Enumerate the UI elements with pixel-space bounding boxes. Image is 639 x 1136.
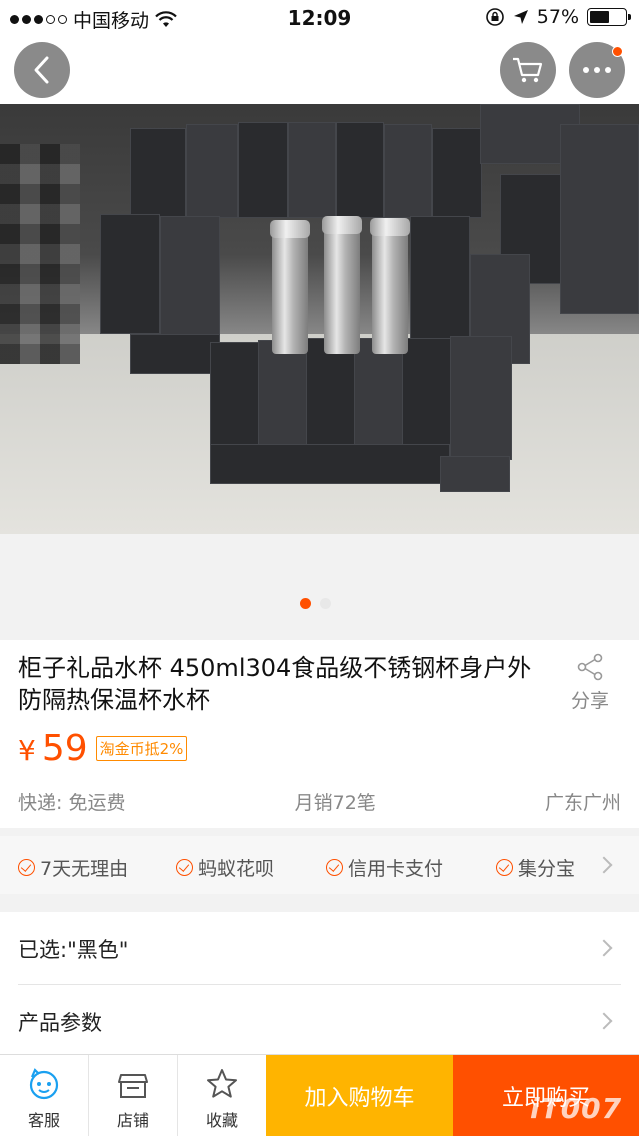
product-info: 柜子礼品水杯 450ml304食品级不锈钢杯身户外防隔热保温杯水杯 分享 ¥ 5… xyxy=(0,640,639,828)
customer-service-button[interactable]: 客服 xyxy=(0,1055,88,1136)
shop-button[interactable]: 店铺 xyxy=(89,1055,177,1136)
seller-location: 广东广州 xyxy=(544,792,621,814)
shop-icon xyxy=(118,1074,148,1098)
pager-dot-active[interactable] xyxy=(300,598,311,609)
more-button[interactable] xyxy=(569,42,625,98)
check-circle-icon xyxy=(176,859,193,876)
share-label: 分享 xyxy=(570,690,609,712)
shipping-info: 快递: 免运费 xyxy=(18,792,126,814)
status-bar: 中国移动 12:09 57% xyxy=(0,0,639,36)
service-item: 蚂蚁花呗 xyxy=(176,854,274,881)
service-item: 7天无理由 xyxy=(18,854,128,881)
gallery-pager xyxy=(0,534,639,640)
pager-dot[interactable] xyxy=(320,598,331,609)
price-row: ¥ 59 淘金币抵2% xyxy=(18,728,188,769)
cart-icon xyxy=(513,57,543,83)
favorite-button[interactable]: 收藏 xyxy=(178,1055,266,1136)
check-circle-icon xyxy=(496,859,513,876)
location-arrow-icon xyxy=(513,10,528,24)
selected-variant-row[interactable]: 已选:"黑色" xyxy=(0,912,639,985)
customer-service-icon xyxy=(29,1068,59,1100)
service-item: 集分宝 xyxy=(496,854,575,881)
chevron-right-icon xyxy=(595,939,613,957)
star-icon xyxy=(207,1069,237,1098)
product-image[interactable] xyxy=(0,104,639,534)
watermark-logo: iT007 xyxy=(530,1092,623,1125)
chevron-left-icon xyxy=(34,56,49,84)
share-button[interactable]: 分享 xyxy=(560,652,620,713)
favorite-label: 收藏 xyxy=(205,1111,238,1130)
product-params-row[interactable]: 产品参数 xyxy=(0,985,639,1057)
check-circle-icon xyxy=(18,859,35,876)
product-title: 柜子礼品水杯 450ml304食品级不锈钢杯身户外防隔热保温杯水杯 xyxy=(18,654,532,714)
nav-bar xyxy=(0,36,639,104)
add-to-cart-button[interactable]: 加入购物车 xyxy=(266,1055,453,1136)
shop-label: 店铺 xyxy=(116,1111,149,1130)
battery-percent: 57% xyxy=(536,6,579,28)
currency-symbol: ¥ xyxy=(18,734,36,767)
chevron-right-icon xyxy=(595,1012,613,1030)
monthly-sales: 月销72笔 xyxy=(294,792,376,814)
options-list: 已选:"黑色" 产品参数 xyxy=(0,912,639,1054)
price: 59 xyxy=(41,728,88,769)
product-params-label: 产品参数 xyxy=(18,1011,102,1035)
orientation-lock-icon xyxy=(485,8,504,26)
meta-row: 快递: 免运费 月销72笔 广东广州 xyxy=(18,788,621,815)
selected-variant-label: 已选:"黑色" xyxy=(18,938,129,962)
notification-badge xyxy=(612,46,623,57)
coin-discount-badge: 淘金币抵2% xyxy=(95,736,188,761)
chevron-right-icon xyxy=(595,856,613,874)
service-guarantees[interactable]: 7天无理由 蚂蚁花呗 信用卡支付 集分宝 xyxy=(0,836,639,894)
share-icon xyxy=(577,653,603,681)
battery-icon xyxy=(587,8,631,26)
more-dots-icon xyxy=(583,67,611,73)
check-circle-icon xyxy=(326,859,343,876)
service-item: 信用卡支付 xyxy=(326,854,443,881)
cart-button[interactable] xyxy=(500,42,556,98)
back-button[interactable] xyxy=(14,42,70,98)
customer-service-label: 客服 xyxy=(27,1111,60,1130)
